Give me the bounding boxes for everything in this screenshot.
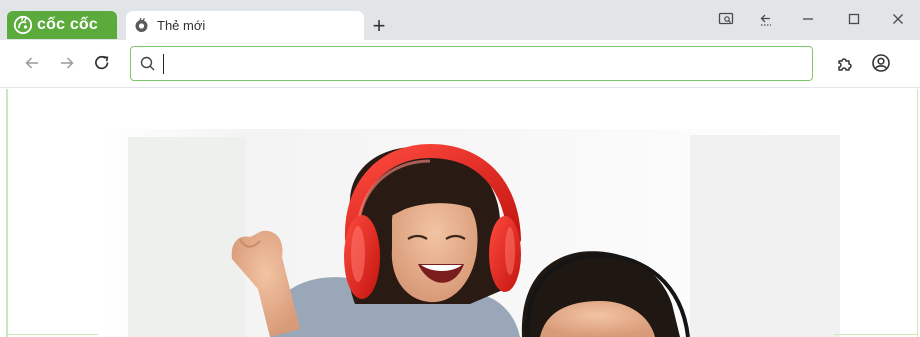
screenshot-icon[interactable] bbox=[712, 7, 740, 31]
reload-icon[interactable] bbox=[89, 50, 115, 76]
sidebar-collapse-icon[interactable] bbox=[752, 7, 780, 31]
coccoc-tab-icon bbox=[134, 18, 149, 33]
toolbar bbox=[0, 40, 920, 88]
close-icon[interactable] bbox=[884, 7, 912, 31]
frame-border-bottom-left bbox=[6, 333, 98, 335]
search-icon bbox=[139, 55, 157, 73]
profile-icon[interactable] bbox=[868, 50, 894, 76]
frame-border-bottom-right bbox=[834, 333, 918, 335]
search-input[interactable] bbox=[163, 53, 803, 74]
frame-border-left bbox=[6, 89, 8, 337]
title-bar: cốc cốc Thẻ mới + bbox=[0, 0, 920, 40]
tab-title: Thẻ mới bbox=[157, 18, 206, 33]
minimize-icon[interactable] bbox=[794, 7, 822, 31]
hero-image bbox=[98, 129, 840, 337]
new-tab-page bbox=[0, 89, 920, 337]
maximize-icon[interactable] bbox=[840, 7, 868, 31]
tab-new-tab[interactable]: Thẻ mới bbox=[126, 11, 364, 40]
new-tab-button[interactable]: + bbox=[366, 13, 392, 39]
frame-border-right bbox=[916, 89, 918, 337]
arrow-left-icon[interactable] bbox=[19, 50, 45, 76]
address-bar[interactable] bbox=[130, 46, 813, 81]
coccoc-brand-button[interactable]: cốc cốc bbox=[7, 11, 117, 39]
arrow-right-icon[interactable] bbox=[54, 50, 80, 76]
coccoc-logo-icon bbox=[13, 15, 33, 35]
puzzle-icon[interactable] bbox=[832, 50, 858, 76]
brand-label: cốc cốc bbox=[37, 16, 98, 33]
